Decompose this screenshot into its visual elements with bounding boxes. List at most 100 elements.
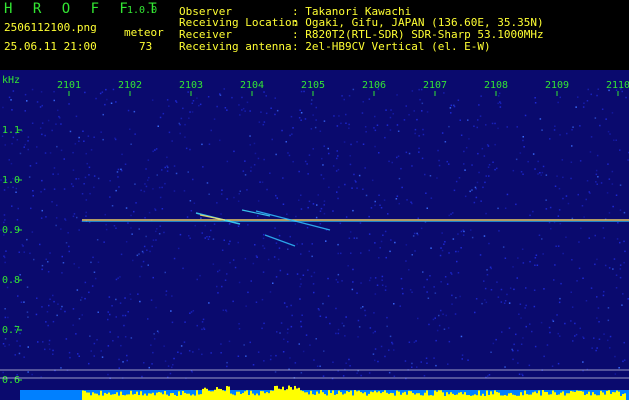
level-bar (386, 392, 388, 400)
app-version: 1.0.0 (127, 5, 158, 16)
level-bar (454, 395, 456, 400)
level-bar (260, 391, 262, 400)
level-bar (176, 395, 178, 400)
level-bar (124, 395, 126, 400)
level-bar (424, 392, 426, 400)
level-bar (106, 393, 108, 400)
level-bar (592, 392, 594, 400)
level-bar (394, 395, 396, 400)
receiver-label: Receiver (179, 28, 232, 41)
level-bar (400, 394, 402, 400)
level-bar (154, 395, 156, 400)
level-bar (150, 393, 152, 400)
level-bar (594, 394, 596, 400)
level-bar (236, 391, 238, 400)
level-bar (242, 393, 244, 400)
level-bar (558, 394, 560, 400)
level-bar (230, 393, 232, 400)
level-bar (568, 393, 570, 400)
level-bar (552, 390, 554, 400)
level-bar (478, 390, 480, 400)
level-bar (94, 393, 96, 400)
level-bar (138, 395, 140, 400)
level-bar (440, 390, 442, 400)
level-bar (384, 390, 386, 400)
freq-tick-label: 0.9 (2, 225, 20, 236)
unit-label: kHz (2, 75, 21, 86)
level-bar (126, 394, 128, 400)
level-bar (588, 391, 590, 400)
level-bar (370, 391, 372, 400)
level-bar (574, 391, 576, 400)
level-bar (308, 394, 310, 400)
level-bar (232, 394, 234, 400)
spectrogram-background (0, 70, 629, 400)
level-bar (274, 385, 276, 400)
antenna-value: : 2el-HB9CV Vertical (el. E-W) (292, 40, 491, 53)
level-bar (584, 395, 586, 400)
level-bar (226, 386, 228, 400)
level-bar (216, 387, 218, 400)
level-bar (130, 390, 132, 400)
level-bar (128, 394, 130, 400)
level-bar (566, 393, 568, 400)
level-bar (590, 395, 592, 400)
level-bar (324, 394, 326, 400)
level-bar (422, 395, 424, 400)
level-bar (276, 385, 278, 400)
level-bar (144, 393, 146, 400)
level-bar (294, 385, 296, 400)
level-bar (490, 391, 492, 400)
level-bar (438, 390, 440, 400)
level-bar (616, 390, 618, 400)
level-bar (250, 390, 252, 400)
level-bar (544, 391, 546, 400)
level-bar (90, 395, 92, 400)
level-bar (376, 392, 378, 400)
level-bar (562, 391, 564, 400)
level-bar (288, 385, 290, 400)
level-bar (586, 393, 588, 400)
level-bar (538, 390, 540, 400)
level-bar (210, 391, 212, 400)
level-bar (452, 393, 454, 400)
level-bar (456, 394, 458, 400)
level-bar (618, 391, 620, 400)
level-bar (582, 391, 584, 400)
location-value: : Ogaki, Gifu, JAPAN (136.60E, 35.35N) (292, 16, 544, 29)
level-bar (342, 394, 344, 400)
level-bar (338, 390, 340, 400)
level-bar (340, 392, 342, 400)
level-bar (380, 393, 382, 400)
level-bar (374, 390, 376, 400)
level-bar (526, 394, 528, 400)
level-bar (426, 390, 428, 400)
level-bar (506, 395, 508, 400)
level-bar (284, 390, 286, 400)
level-bar (282, 386, 284, 400)
level-bar (624, 393, 626, 400)
level-bar (496, 391, 498, 400)
freq-tick-label: 1.1 (2, 125, 20, 136)
level-bar (302, 391, 304, 400)
level-bar (494, 390, 496, 400)
level-bar (518, 395, 520, 400)
level-bar (360, 392, 362, 400)
level-bar (510, 392, 512, 400)
level-bar (396, 390, 398, 400)
level-bar (190, 395, 192, 400)
level-bar (142, 395, 144, 400)
level-bar (258, 395, 260, 400)
level-bar (498, 392, 500, 400)
freq-tick-label: 1.0 (2, 175, 20, 186)
level-bar (470, 395, 472, 400)
level-bar (402, 392, 404, 400)
level-bar (208, 390, 210, 400)
level-bar (172, 393, 174, 400)
time-tick-label: 2103 (179, 80, 203, 91)
level-bar (332, 390, 334, 400)
time-tick-label: 2107 (423, 80, 447, 91)
level-bar (554, 392, 556, 400)
level-bar (248, 395, 250, 400)
level-bar (240, 394, 242, 400)
